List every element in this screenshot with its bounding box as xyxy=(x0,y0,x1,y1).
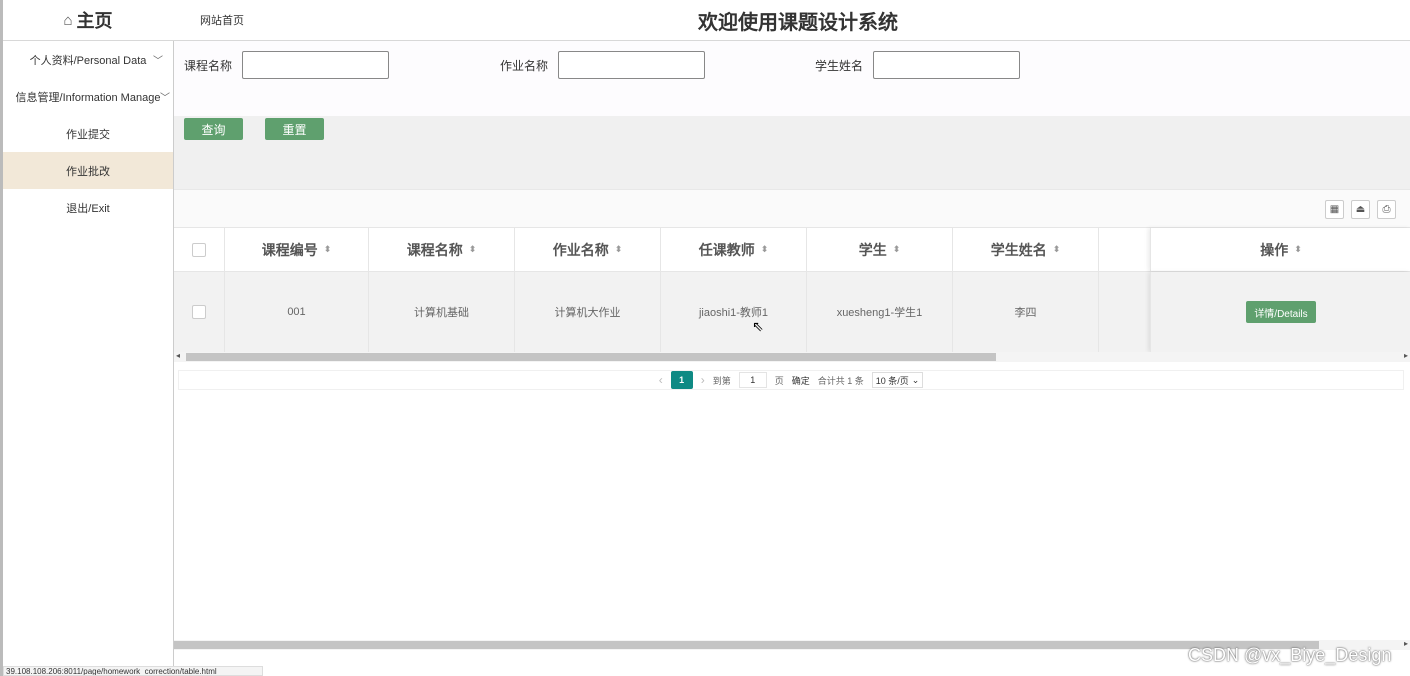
sidebar-item-exit[interactable]: 退出/Exit xyxy=(3,189,173,226)
homework-name-label: 作业名称 xyxy=(500,58,549,73)
query-button[interactable]: 查询 xyxy=(184,118,243,140)
sort-icon: ⬍ xyxy=(614,244,623,254)
sidebar-item-homework-correction[interactable]: 作业批改 xyxy=(3,152,173,189)
cell-student: xuesheng1-学生1 xyxy=(807,272,953,352)
table-row: 001 计算机基础 计算机大作业 jiaoshi1-教师1 xuesheng1-… xyxy=(174,272,1410,352)
col-action-fixed: 操作 ⬍ xyxy=(1150,228,1410,271)
goto-confirm-button[interactable]: 确定 xyxy=(792,374,810,387)
col-action[interactable]: 操作 ⬍ xyxy=(1151,228,1410,271)
sort-icon: ⬍ xyxy=(892,244,901,254)
sort-icon: ⬍ xyxy=(323,244,332,254)
search-form: 课程名称 作业名称 学生姓名 xyxy=(174,41,1410,116)
course-name-label: 课程名称 xyxy=(184,58,233,73)
sidebar-item-information-manage[interactable]: 信息管理/Information Manage ﹀ xyxy=(3,78,173,115)
cell-course-name: 计算机基础 xyxy=(369,272,515,352)
reset-button[interactable]: 重置 xyxy=(265,118,324,140)
scrollbar-thumb[interactable] xyxy=(186,353,996,361)
table-header: 课程编号 ⬍ 课程名称 ⬍ 作业名称 ⬍ 任课教师 ⬍ 学生 ⬍ 学生姓名 ⬍ xyxy=(174,228,1410,272)
page-unit-label: 页 xyxy=(774,375,784,386)
print-icon[interactable]: ⎙ xyxy=(1377,200,1396,219)
cell-teacher: jiaoshi1-教师1 xyxy=(661,272,807,352)
chevron-down-icon: ﹀ xyxy=(153,56,163,67)
col-teacher[interactable]: 任课教师 ⬍ xyxy=(661,228,807,271)
sidebar-item-label: 信息管理/Information Manage xyxy=(15,91,161,104)
app-window: ⌂ 主页 网站首页 欢迎使用课题设计系统 个人资料/Personal Data … xyxy=(0,0,1410,676)
col-label: 操作 xyxy=(1260,241,1289,258)
homework-name-field: 作业名称 xyxy=(500,51,706,79)
mouse-cursor-icon: ⇖ xyxy=(752,318,764,334)
cell-homework-name: 计算机大作业 xyxy=(515,272,661,352)
row-select-cell xyxy=(174,272,225,352)
col-course-name[interactable]: 课程名称 ⬍ xyxy=(369,228,515,271)
chevron-down-icon: ﹀ xyxy=(160,93,170,104)
col-label: 任课教师 xyxy=(698,241,755,258)
sort-icon: ⬍ xyxy=(1052,244,1061,254)
col-homework-name[interactable]: 作业名称 ⬍ xyxy=(515,228,661,271)
sort-icon: ⬍ xyxy=(468,244,477,254)
col-label: 学生姓名 xyxy=(990,241,1047,258)
sidebar-item-label: 个人资料/Personal Data xyxy=(29,54,147,67)
sidebar-item-label: 作业提交 xyxy=(66,128,110,141)
col-label: 课程编号 xyxy=(261,241,318,258)
top-header: ⌂ 主页 网站首页 欢迎使用课题设计系统 xyxy=(3,0,1410,41)
header-select-cell xyxy=(174,228,225,271)
col-label: 作业名称 xyxy=(552,241,609,258)
col-label: 课程名称 xyxy=(406,241,463,258)
scroll-left-icon[interactable]: ◂ xyxy=(176,351,180,360)
next-page-icon[interactable]: › xyxy=(701,373,705,387)
pagination: ‹ 1 › 到第 1 页 确定 合计共 1 条 10 条/页 ⌄ xyxy=(178,370,1404,390)
sidebar-item-label: 退出/Exit xyxy=(66,202,110,215)
status-url: 39.108.108.206:8011/page/homework_correc… xyxy=(3,666,263,676)
scroll-right-icon[interactable]: ▸ xyxy=(1404,351,1408,360)
course-name-input[interactable] xyxy=(242,51,390,79)
student-name-label: 学生姓名 xyxy=(815,58,864,73)
cell-action: 详情/Details xyxy=(1151,272,1410,352)
columns-icon[interactable]: ▦ xyxy=(1325,200,1344,219)
export-icon[interactable]: ⏏ xyxy=(1351,200,1370,219)
main-content: 课程名称 作业名称 学生姓名 查询 重置 ▦ ⏏ ⎙ 课程编号 ⬍ 课程名称 ⬍… xyxy=(174,41,1410,676)
cell-action-fixed: 详情/Details xyxy=(1150,272,1410,352)
chevron-down-icon: ⌄ xyxy=(911,374,920,385)
sort-icon: ⬍ xyxy=(760,244,769,254)
sidebar-item-personal-data[interactable]: 个人资料/Personal Data ﹀ xyxy=(3,41,173,78)
scrollbar-thumb[interactable] xyxy=(174,641,1319,649)
col-course-no[interactable]: 课程编号 ⬍ xyxy=(225,228,369,271)
sidebar: 个人资料/Personal Data ﹀ 信息管理/Information Ma… xyxy=(3,41,174,676)
cell-student-name: 李四 xyxy=(953,272,1099,352)
total-count: 合计共 1 条 xyxy=(817,375,864,386)
goto-page-input[interactable]: 1 xyxy=(738,372,767,388)
sidebar-item-homework-submit[interactable]: 作业提交 xyxy=(3,115,173,152)
page-title: 欢迎使用课题设计系统 xyxy=(698,12,898,34)
table-toolbar: ▦ ⏏ ⎙ xyxy=(174,190,1410,228)
page-1-button[interactable]: 1 xyxy=(670,371,693,389)
details-button[interactable]: 详情/Details xyxy=(1246,301,1316,323)
student-name-input[interactable] xyxy=(873,51,1021,79)
homework-name-input[interactable] xyxy=(558,51,706,79)
col-student[interactable]: 学生 ⬍ xyxy=(807,228,953,271)
prev-page-icon[interactable]: ‹ xyxy=(659,373,663,387)
cell-course-no: 001 xyxy=(225,272,369,352)
table-horizontal-scrollbar[interactable]: ◂ ▸ xyxy=(174,351,1410,362)
goto-label: 到第 xyxy=(712,375,731,386)
course-name-field: 课程名称 xyxy=(184,51,390,79)
col-label: 学生 xyxy=(858,241,887,258)
sort-icon: ⬍ xyxy=(1294,244,1302,254)
watermark: CSDN @vx_Biye_Design xyxy=(1188,645,1392,665)
button-bar: 查询 重置 xyxy=(174,116,1410,189)
sidebar-item-label: 作业批改 xyxy=(66,165,110,178)
data-table: ▦ ⏏ ⎙ 课程编号 ⬍ 课程名称 ⬍ 作业名称 ⬍ 任课教师 ⬍ 学生 ⬍ 学… xyxy=(174,189,1410,394)
col-student-name[interactable]: 学生姓名 ⬍ xyxy=(953,228,1099,271)
scroll-right-icon[interactable]: ▸ xyxy=(1404,639,1408,648)
page-size-select[interactable]: 10 条/页 ⌄ xyxy=(871,372,924,388)
page-size-value: 10 条/页 xyxy=(875,375,909,386)
select-all-checkbox[interactable] xyxy=(192,242,206,257)
row-checkbox[interactable] xyxy=(192,305,206,319)
student-name-field: 学生姓名 xyxy=(815,51,1021,79)
